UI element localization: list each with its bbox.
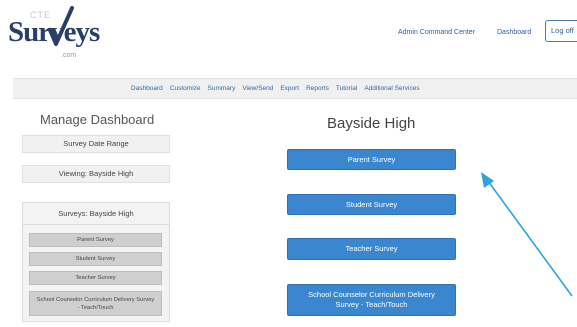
nav-item-customize[interactable]: Customize — [170, 85, 201, 92]
site-logo[interactable]: CTE Surveys .com — [8, 4, 108, 62]
viewing-school-selector[interactable]: Viewing: Bayside High — [22, 165, 170, 183]
nav-item-dashboard[interactable]: Dashboard — [131, 85, 163, 92]
main-nav-bar: Dashboard Customize Summary View/Send Ex… — [13, 78, 577, 99]
nav-item-view-send[interactable]: View/Send — [242, 85, 273, 92]
logo-check-mark-icon — [48, 6, 74, 46]
school-counselor-survey-button[interactable]: School Counselor Curriculum Delivery Sur… — [287, 284, 456, 316]
survey-date-range-button[interactable]: Survey Date Range — [22, 135, 170, 153]
logo-suffix: .com — [61, 52, 77, 59]
sidebar-survey-teacher[interactable]: Teacher Survey — [29, 271, 162, 285]
nav-item-export[interactable]: Export — [280, 85, 299, 92]
school-title: Bayside High — [327, 115, 416, 132]
surveys-panel-heading: Surveys: Bayside High — [23, 203, 169, 225]
sidebar-survey-school-counselor[interactable]: School Counselor Curriculum Delivery Sur… — [29, 291, 162, 316]
surveys-panel: Surveys: Bayside High Parent Survey Stud… — [22, 202, 170, 322]
nav-item-reports[interactable]: Reports — [306, 85, 329, 92]
sidebar-title: Manage Dashboard — [40, 112, 155, 127]
log-off-button[interactable]: Log off — [545, 20, 577, 42]
admin-command-center-link[interactable]: Admin Command Center — [398, 29, 475, 36]
nav-item-tutorial[interactable]: Tutorial — [336, 85, 357, 92]
sidebar-survey-parent[interactable]: Parent Survey — [29, 233, 162, 247]
nav-item-summary[interactable]: Summary — [208, 85, 236, 92]
parent-survey-button[interactable]: Parent Survey — [287, 149, 456, 170]
teacher-survey-button[interactable]: Teacher Survey — [287, 238, 456, 260]
nav-item-additional-services[interactable]: Additional Services — [364, 85, 419, 92]
sidebar-survey-student[interactable]: Student Survey — [29, 252, 162, 266]
student-survey-button[interactable]: Student Survey — [287, 194, 456, 215]
dashboard-link[interactable]: Dashboard — [497, 29, 531, 36]
